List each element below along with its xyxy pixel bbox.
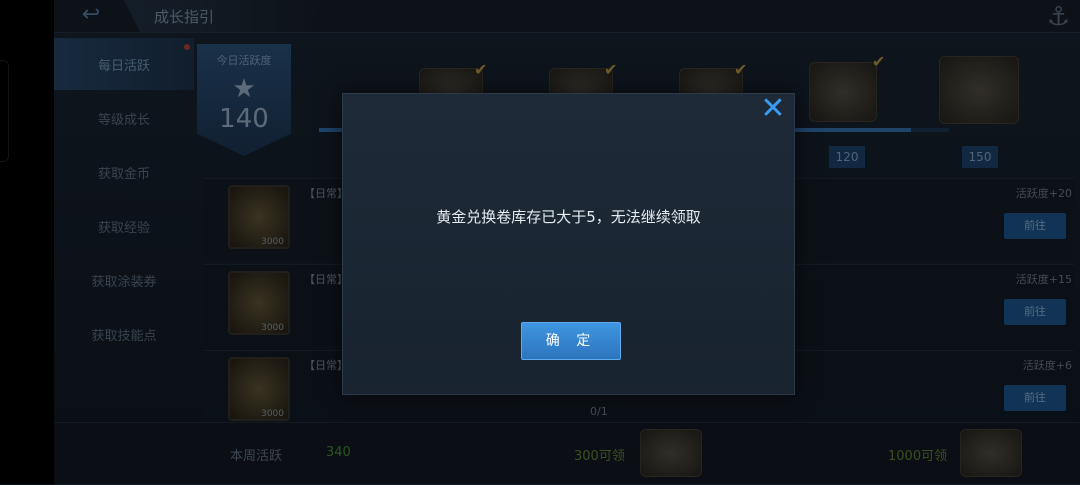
close-icon[interactable]: ✕: [760, 94, 786, 124]
dialog-message: 黄金兑换卷库存已大于5，无法继续领取: [436, 208, 701, 226]
confirm-button[interactable]: 确 定: [521, 322, 621, 360]
alert-dialog: ✕ 黄金兑换卷库存已大于5，无法继续领取 确 定: [342, 93, 795, 395]
